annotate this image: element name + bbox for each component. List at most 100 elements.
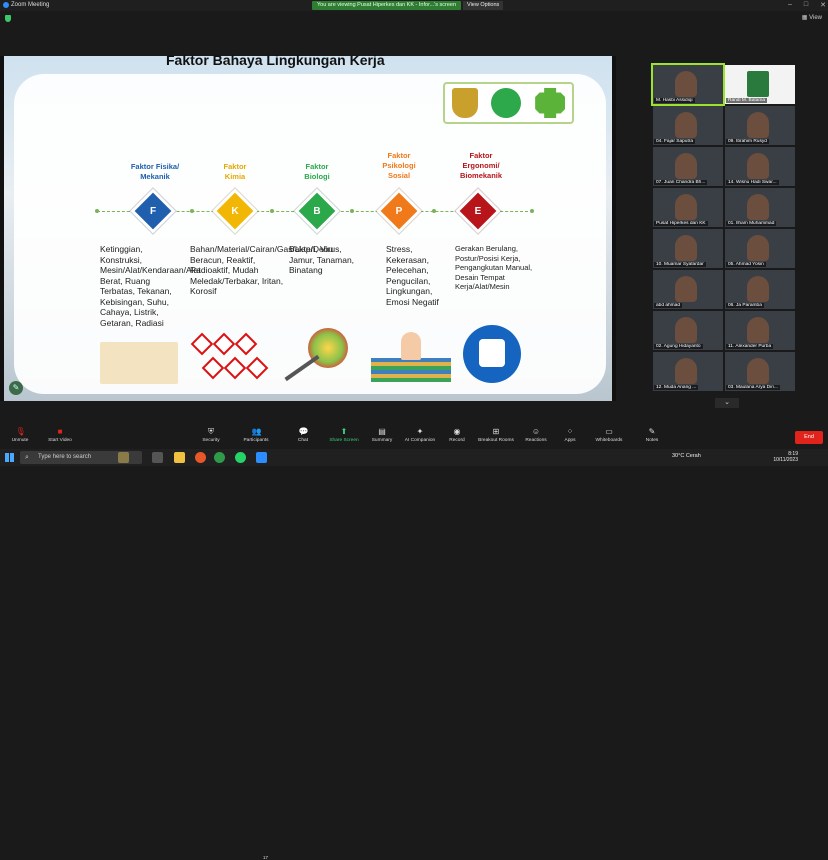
apps-button[interactable]: ⁘ Apps xyxy=(550,427,590,443)
notes-button[interactable]: ✎ Notes xyxy=(632,427,672,443)
start-video-button[interactable]: ■ Start Video xyxy=(40,427,80,443)
security-button[interactable]: ⛨ Security xyxy=(191,427,231,443)
share-screen-label: Share Screen xyxy=(329,438,359,443)
participant-name: 09. Ibrahim Rusyd xyxy=(726,139,769,144)
factor-psikologi-heading: Faktor Psikologi Sosial xyxy=(382,151,416,180)
participant-tile[interactable]: 14. Wisnu Hadi Swar... xyxy=(725,147,795,186)
chat-button[interactable]: 💬 Chat xyxy=(283,427,323,443)
lifting-figure-icon xyxy=(479,339,505,367)
participants-count: 17 xyxy=(263,855,269,860)
participant-tile[interactable]: 02. Agung Hidayanto xyxy=(653,311,723,350)
ai-companion-button[interactable]: ✦ AI Companion xyxy=(400,427,440,443)
hazard-symbol-icon xyxy=(245,356,269,380)
factor-b-letter: B xyxy=(313,206,321,217)
whiteboards-label: Whiteboards xyxy=(595,438,623,443)
firefox-icon[interactable] xyxy=(195,452,206,463)
weather-widget[interactable]: 30°C Cerah xyxy=(672,453,701,459)
participant-video xyxy=(675,71,697,97)
participant-tile[interactable]: 05. Ahmad Yosin xyxy=(725,229,795,268)
stacked-books-icon xyxy=(371,358,451,382)
timeline-dot xyxy=(530,209,534,213)
participant-tile[interactable]: 11. Alexander Purba xyxy=(725,311,795,350)
view-button[interactable]: ▦ View xyxy=(802,14,822,21)
factor-biologi-heading: Faktor Biologi xyxy=(304,162,330,181)
participant-tile[interactable]: 01. Ilham Muhammad xyxy=(725,188,795,227)
participant-video xyxy=(675,194,697,220)
gallery-scroll-down-icon[interactable]: ⌄ xyxy=(715,398,739,408)
factor-ergonomi-body: Gerakan Berulang, Postur/Posisi Kerja, P… xyxy=(455,244,533,291)
windows-start-icon[interactable] xyxy=(5,453,14,462)
maximize-icon[interactable]: □ xyxy=(804,1,808,9)
system-clock[interactable]: 8:19 10/11/2023 xyxy=(760,451,798,463)
security-label: Security xyxy=(202,438,220,443)
participant-name: 02. Agung Hidayanto xyxy=(654,344,703,349)
participant-name: abd ahmad xyxy=(654,303,683,308)
factor-fisika-body: Ketinggian, Konstruksi, Mesin/Alat/Kenda… xyxy=(100,244,201,328)
chrome-icon[interactable] xyxy=(214,452,225,463)
notes-icon: ✎ xyxy=(648,427,656,436)
factor-ergonomi-heading: Faktor Ergonomi/ Biomekanik xyxy=(459,151,503,180)
share-screen-button[interactable]: ⬆ Share Screen xyxy=(324,427,364,443)
participant-tile[interactable]: 04. Fajar Saputra xyxy=(653,106,723,145)
participant-tile[interactable]: Pusat Hiperkes dan KK xyxy=(653,188,723,227)
participant-tile[interactable]: abd ahmad xyxy=(653,270,723,309)
participant-tile[interactable]: 12. Muda Anang ... xyxy=(653,352,723,391)
participant-video xyxy=(747,276,769,302)
participant-name: 05. Ahmad Yosin xyxy=(726,262,766,267)
participant-video xyxy=(747,317,769,343)
participant-tile[interactable]: M. Hasbi Assidiqi xyxy=(651,63,725,106)
file-explorer-icon[interactable] xyxy=(174,452,185,463)
reactions-icon: ☺ xyxy=(531,427,541,436)
task-view-icon[interactable] xyxy=(152,452,163,463)
zoom-logo-icon xyxy=(3,2,9,8)
participant-tile[interactable]: 03. Maulana Arya Diri... xyxy=(725,352,795,391)
participant-name: Randi M. Batama xyxy=(726,98,768,103)
participant-tile[interactable]: 10. Muamar Syafardar xyxy=(653,229,723,268)
whiteboards-button[interactable]: ▭ Whiteboards xyxy=(589,427,629,443)
record-button[interactable]: ◉ Record xyxy=(437,427,477,443)
chemical-hazard-symbols xyxy=(188,332,272,384)
view-options-button[interactable]: View Options xyxy=(463,1,504,10)
participant-video xyxy=(675,358,697,384)
hazard-symbol-icon xyxy=(190,332,214,356)
participant-name: 12. Muda Anang ... xyxy=(654,385,699,390)
end-meeting-button[interactable]: End xyxy=(795,431,823,444)
timeline-dot xyxy=(270,209,274,213)
summary-button[interactable]: ▤ Summary xyxy=(362,427,402,443)
unmute-button[interactable]: 🎙 Unmute xyxy=(0,427,40,443)
unmute-label: Unmute xyxy=(11,438,29,443)
whatsapp-icon[interactable] xyxy=(235,452,246,463)
chat-icon: 💬 xyxy=(298,427,309,436)
factor-kimia-heading: Faktor Kimia xyxy=(223,162,247,181)
minimize-icon[interactable]: – xyxy=(788,1,792,9)
participant-tile[interactable]: 06. Ja Paramba xyxy=(725,270,795,309)
encryption-shield-icon[interactable] xyxy=(5,15,11,22)
notes-label: Notes xyxy=(645,438,659,443)
participants-button[interactable]: 👥 Participants xyxy=(236,427,276,443)
participant-name: 10. Muamar Syafardar xyxy=(654,262,706,267)
breakout-rooms-button[interactable]: ⊞ Breakout Rooms xyxy=(476,427,516,443)
k3-gear-logo-icon xyxy=(535,88,566,118)
participant-video xyxy=(675,153,697,179)
shield-icon: ⛨ xyxy=(208,427,214,436)
participant-name: 11. Alexander Purba xyxy=(726,344,774,349)
title-bar: Zoom Meeting You are viewing Pusat Hiper… xyxy=(0,0,828,11)
chat-label: Chat xyxy=(297,438,309,443)
zoom-taskbar-icon[interactable] xyxy=(256,452,267,463)
presenter-avatar-icon[interactable]: ✎ xyxy=(9,381,23,395)
timeline-dot xyxy=(190,209,194,213)
taskbar-thumbnail-icon[interactable] xyxy=(118,452,129,463)
summary-label: Summary xyxy=(371,438,393,443)
apps-label: Apps xyxy=(564,438,576,443)
stressed-person-icon xyxy=(401,332,421,360)
participant-tile[interactable]: 09. Ibrahim Rusyd xyxy=(725,106,795,145)
participant-tile[interactable]: 07. Juan Chandra Bh... xyxy=(653,147,723,186)
factor-psikologi-body: Stress, Kekerasan, Pelecehan, Pengucilan… xyxy=(386,244,439,307)
hazard-symbol-icon xyxy=(234,332,258,356)
participant-tile[interactable]: Randi M. Batama xyxy=(725,65,795,104)
hazard-symbol-icon xyxy=(212,332,236,356)
participant-video xyxy=(675,317,697,343)
participant-video xyxy=(747,358,769,384)
close-icon[interactable]: ✕ xyxy=(820,1,826,9)
factor-biologi-body: Bakteri, Virus, Jamur, Tanaman, Binatang xyxy=(289,244,355,275)
